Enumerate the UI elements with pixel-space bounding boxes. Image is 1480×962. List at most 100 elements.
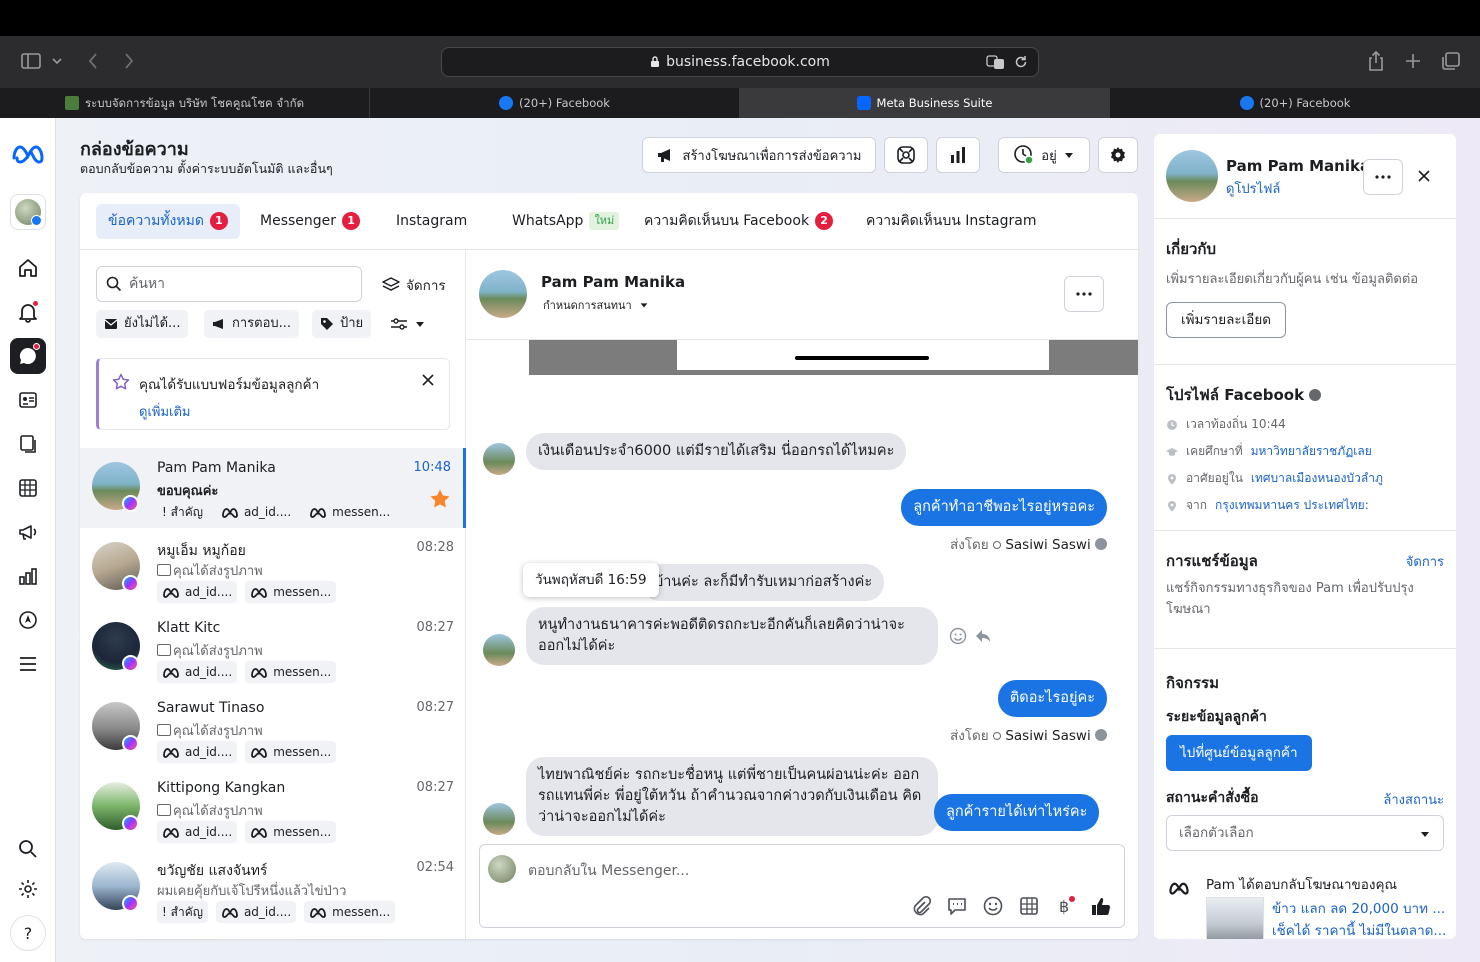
tab-all-messages[interactable]: ข้อความทั้งหมด 1 [96, 204, 240, 239]
tab-facebook-comments[interactable]: ความคิดเห็นบน Facebook 2 [632, 204, 845, 239]
close-icon[interactable] [421, 373, 435, 387]
menu-hamburger-icon[interactable] [10, 646, 46, 682]
payment-baht-icon[interactable]: ฿ [1054, 895, 1076, 917]
avatar[interactable] [1166, 150, 1218, 202]
translate-icon[interactable] [986, 54, 1006, 70]
go-to-lead-center-button[interactable]: ไปที่ศูนย์ข้อมูลลูกค้า [1166, 735, 1312, 771]
chat-more-options-button[interactable] [1064, 276, 1104, 312]
row-text: เวลาท้องถิ่น 10:44 [1186, 417, 1286, 431]
tab-overview-icon[interactable] [1440, 50, 1464, 74]
filter-options-button[interactable] [382, 310, 434, 338]
search-icon[interactable] [10, 831, 46, 867]
assign-conversation-dropdown[interactable]: กำหนดการสนทนา [543, 296, 649, 314]
settings-gear-icon[interactable] [10, 871, 46, 907]
attachment-paperclip-icon[interactable] [910, 895, 932, 917]
info-icon[interactable] [1095, 538, 1107, 550]
view-profile-link[interactable]: ดูโปรไฟล์ [1226, 178, 1280, 199]
shared-image-preview[interactable] [529, 340, 1138, 375]
hometown-link[interactable]: กรุงเทพมหานคร ประเทศไทย: [1215, 496, 1369, 515]
unread-badge: 2 [815, 212, 834, 230]
order-status-select[interactable]: เลือกตัวเลือก [1166, 815, 1444, 851]
conversation-row[interactable]: ขวัญชัย แสงจันทร์ 02:54 ผมเคยคุ้ยกับเจ้โ… [80, 848, 466, 928]
close-panel-icon[interactable] [1417, 169, 1431, 183]
conversation-row[interactable]: หมูเอ็ม หมูก้อย 08:28 คุณได้ส่งรูปภาพ ad… [80, 528, 466, 608]
share-icon[interactable] [1366, 50, 1390, 74]
tag-text: messen... [273, 825, 332, 839]
tab-label: Messenger [260, 213, 337, 229]
table-grid-icon[interactable] [1018, 895, 1040, 917]
education-link[interactable]: มหาวิทยาลัยราชภัฏเลย [1251, 442, 1372, 461]
emoji-icon[interactable] [982, 895, 1004, 917]
tab-whatsapp[interactable]: WhatsApp ใหม่ [500, 204, 631, 239]
automations-icon[interactable] [884, 137, 928, 173]
ad-thumbnail-image[interactable] [1206, 897, 1264, 939]
tab-instagram-comments[interactable]: ความคิดเห็นบน Instagram [854, 204, 1049, 239]
search-input[interactable]: ค้นหา [96, 266, 362, 302]
info-icon[interactable] [1095, 729, 1107, 741]
browser-tab-1[interactable]: ระบบจัดการข้อมูล บริษัท โชคคูณโชค จำกัด [0, 88, 370, 118]
home-icon[interactable] [10, 250, 46, 286]
conversation-row[interactable]: Klatt Kitc 08:27 คุณได้ส่งรูปภาพ ad_id..… [80, 608, 466, 688]
clear-status-link[interactable]: ล้างสถานะ [1383, 789, 1444, 810]
conversation-row[interactable]: Pam Pam Manika 10:48 ขอบคุณค่ะ ! สำคัญ a… [80, 448, 466, 528]
notifications-bell-icon[interactable] [10, 294, 46, 330]
page-avatar[interactable] [10, 194, 46, 230]
conversation-time: 02:54 [416, 860, 454, 875]
sidebar-toggle-icon[interactable] [20, 50, 44, 74]
help-icon[interactable]: ? [10, 915, 46, 951]
ads-megaphone-icon[interactable] [10, 514, 46, 550]
filter-label-button[interactable]: ป้าย [312, 310, 372, 338]
tab-instagram[interactable]: Instagram [384, 204, 479, 239]
saved-replies-icon[interactable] [946, 895, 968, 917]
meta-logo-icon[interactable] [10, 136, 46, 172]
reload-icon[interactable] [1014, 55, 1028, 69]
ad-title-link[interactable]: ข้าว แลก ลด 20,000 บาท ... [1272, 897, 1445, 919]
image-home-indicator [795, 356, 929, 360]
compass-icon[interactable] [10, 602, 46, 638]
see-more-link[interactable]: ดูเพิ่มเติม [139, 401, 190, 422]
tab-messenger[interactable]: Messenger 1 [248, 204, 372, 239]
filter-replies-button[interactable]: การตอบ... [204, 310, 300, 338]
inbox-settings-gear-icon[interactable] [1098, 137, 1138, 173]
planner-grid-icon[interactable] [10, 470, 46, 506]
insights-bar-chart-icon[interactable] [10, 558, 46, 594]
label-tag: ! สำคัญ [157, 901, 208, 923]
tag-text: messen... [273, 665, 332, 679]
conversation-row[interactable]: Sarawut Tinaso 08:27 คุณได้ส่งรูปภาพ ad_… [80, 688, 466, 768]
forward-icon[interactable] [118, 50, 142, 74]
tab-label: ข้อความทั้งหมด [108, 213, 204, 229]
filter-unread-button[interactable]: ยังไม่ได้... [96, 310, 189, 338]
data-sharing-manage-link[interactable]: จัดการ [1406, 551, 1444, 572]
content-pages-icon[interactable] [10, 426, 46, 462]
inbox-insights-icon[interactable] [936, 137, 980, 173]
browser-tab-3[interactable]: Meta Business Suite [740, 88, 1110, 118]
reply-composer[interactable]: ตอบกลับใน Messenger... ฿ [479, 844, 1125, 928]
lives-in-link[interactable]: เทศบาลเมืองหนองบัวลำภู [1251, 469, 1383, 488]
sliders-icon [390, 317, 408, 331]
label-tag: ad_id.... [157, 661, 238, 683]
back-icon[interactable] [84, 50, 108, 74]
browser-tab-4[interactable]: (20+) Facebook [1110, 88, 1480, 118]
info-icon[interactable] [1309, 389, 1322, 401]
create-message-ad-button[interactable]: สร้างโฆษณาเพื่อการส่งข้อความ [642, 137, 876, 173]
inbox-chat-icon[interactable] [10, 338, 46, 374]
tag-text: ad_id.... [185, 745, 233, 759]
profile-more-options-button[interactable] [1363, 159, 1403, 195]
add-details-button[interactable]: เพิ่มรายละเอียด [1166, 302, 1287, 338]
messenger-badge-icon [122, 895, 139, 912]
contacts-icon[interactable] [10, 382, 46, 418]
chevron-down-icon[interactable] [50, 54, 74, 78]
avatar[interactable] [479, 270, 527, 318]
browser-tab-2[interactable]: (20+) Facebook [370, 88, 740, 118]
availability-status-dropdown[interactable]: อยู่ [998, 137, 1090, 173]
ad-description-link[interactable]: เช็คได้ ราคานี้ ไม่มีในตลาด... [1272, 919, 1446, 939]
thumbs-up-icon[interactable] [1090, 895, 1112, 917]
conversation-row[interactable]: Kittipong Kangkan 08:27 คุณได้ส่งรูปภาพ … [80, 768, 466, 848]
new-tab-icon[interactable] [1403, 50, 1427, 74]
react-emoji-icon[interactable] [949, 627, 967, 645]
manage-button[interactable]: จัดการ [382, 274, 446, 296]
reply-arrow-icon[interactable] [974, 627, 992, 645]
address-bar[interactable]: business.facebook.com [441, 47, 1039, 77]
avatar [483, 634, 515, 666]
star-filled-icon[interactable] [429, 488, 451, 510]
